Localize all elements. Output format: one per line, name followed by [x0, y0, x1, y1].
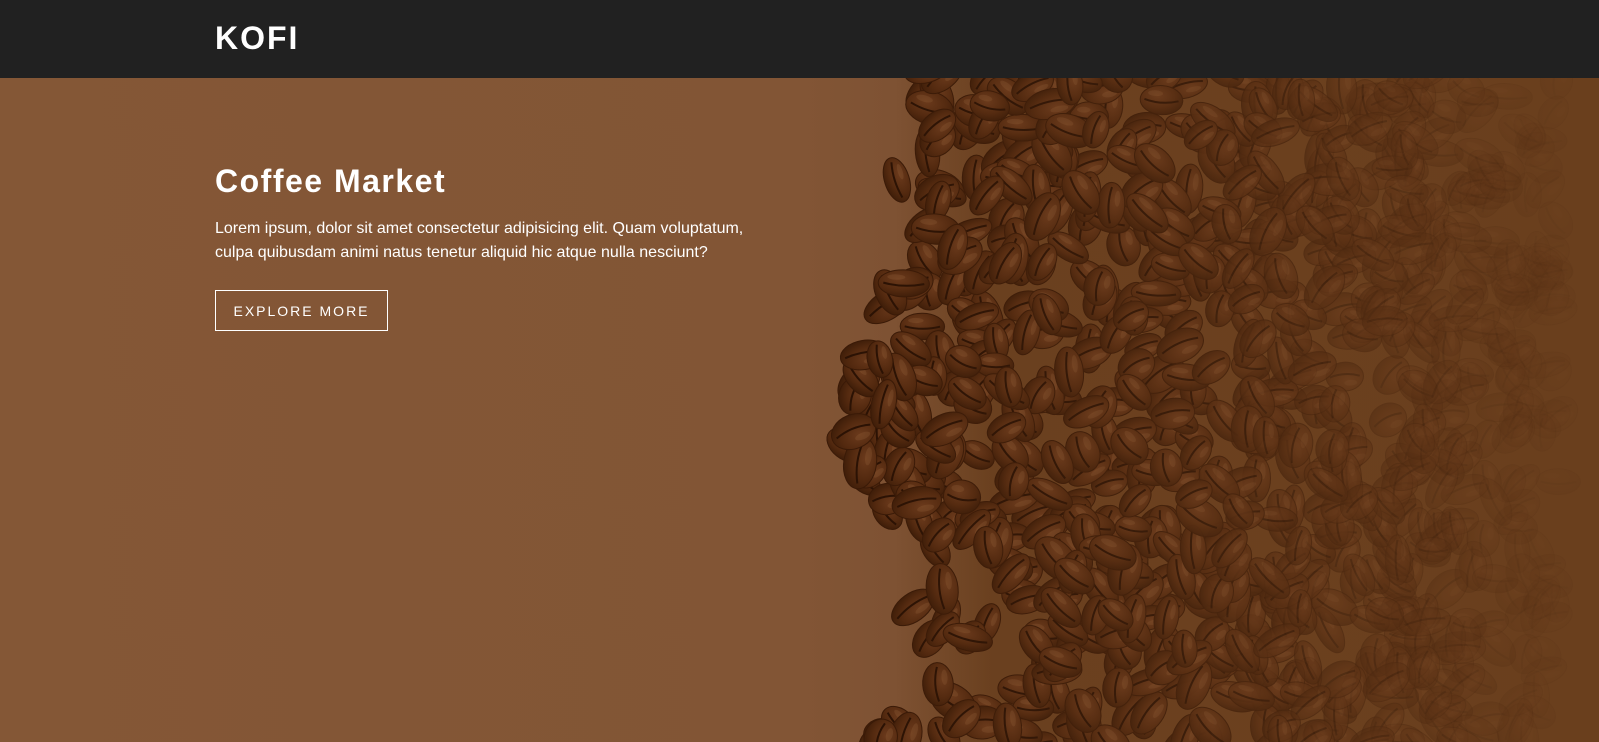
hero-title: Coffee Market: [215, 163, 447, 199]
hero-description: Lorem ipsum, dolor sit amet consectetur …: [215, 220, 744, 261]
explore-more-button[interactable]: EXPLORE MORE: [215, 290, 388, 331]
navbar: KOFI: [0, 0, 1599, 78]
brand-logo[interactable]: KOFI: [215, 18, 299, 58]
hero-section: Coffee Market Lorem ipsum, dolor sit ame…: [0, 78, 1599, 742]
